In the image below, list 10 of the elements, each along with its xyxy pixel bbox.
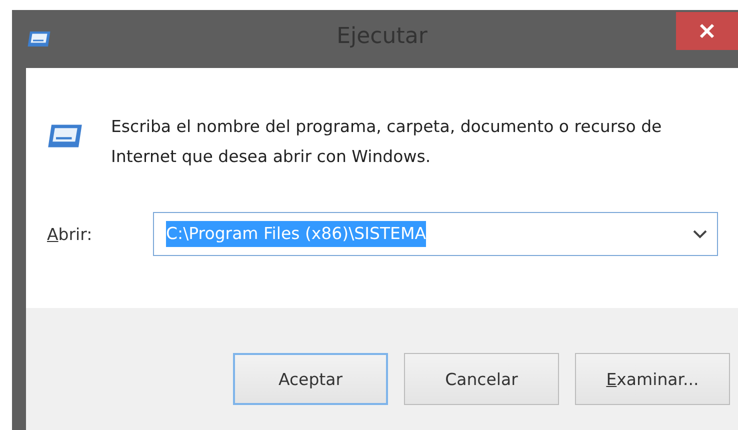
- instruction-text: Escriba el nombre del programa, carpeta, documento o recurso de Internet que desea abrir con Windows.: [111, 116, 663, 168]
- chevron-down-icon[interactable]: [693, 230, 707, 238]
- dialog-button[interactable]: Cancelar: [404, 353, 559, 405]
- close-button[interactable]: [676, 12, 738, 50]
- field-value: C:\Program Files (x86)\SISTEMA: [166, 221, 426, 247]
- dialog-button[interactable]: Aceptar: [233, 353, 388, 405]
- open-label: Abrir:: [47, 224, 94, 244]
- close-icon: [699, 23, 715, 39]
- run-icon: [26, 30, 52, 48]
- dialog-button[interactable]: Examinar...: [575, 353, 730, 405]
